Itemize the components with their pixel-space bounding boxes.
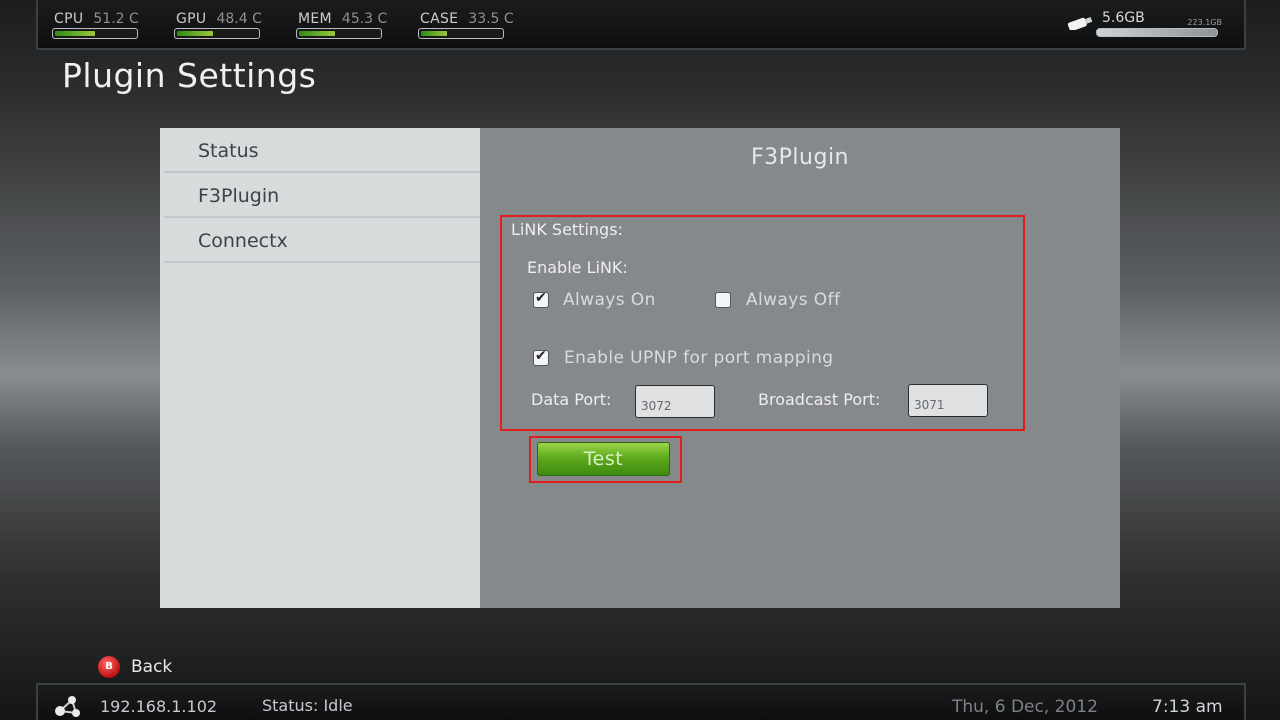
plugin-item-status[interactable]: Status [164,128,480,173]
cpu-value: 51.2 C [93,11,139,27]
gpu-label: GPU [176,11,207,27]
enable-link-label: Enable LiNK: [527,258,628,277]
broadcast-port-label: Broadcast Port: [758,390,881,409]
mem-stat: MEM 45.3 C [296,8,388,39]
case-value: 33.5 C [468,11,514,27]
system-stats-bar: CPU 51.2 C GPU 48.4 C MEM 45.3 C CASE 33.5 C… [36,0,1246,50]
always-off-label: Always Off [746,290,841,310]
case-meter [418,28,504,39]
gpu-value: 48.4 C [216,11,262,27]
test-button-highlight: Test [529,436,682,483]
upnp-label: Enable UPNP for port mapping [564,348,834,368]
status-bar: 192.168.1.102 Status: Idle Thu, 6 Dec, 2… [36,683,1246,720]
link-settings-group: LiNK Settings: Enable LiNK: ✔ Always On … [500,215,1025,431]
gpu-meter [174,28,260,39]
plugin-settings-panel: F3Plugin LiNK Settings: Enable LiNK: ✔ A… [480,128,1120,608]
data-port-input[interactable] [635,385,715,418]
always-on-checkbox[interactable]: ✔ [533,290,549,308]
ip-address: 192.168.1.102 [100,697,218,716]
mem-label: MEM [298,11,332,27]
time-text: 7:13 am [1152,697,1223,717]
plugin-item-connectx[interactable]: Connectx [164,218,480,263]
case-meter-fill [421,31,447,36]
date-text: Thu, 6 Dec, 2012 [952,697,1098,717]
page-title: Plugin Settings [62,56,317,95]
plugin-title: F3Plugin [751,145,849,170]
always-off-checkbox[interactable]: ✔ [715,292,731,308]
cpu-label: CPU [54,11,84,27]
test-button[interactable]: Test [537,442,670,476]
mem-meter [296,28,382,39]
gpu-stat: GPU 48.4 C [174,8,262,39]
disk-space-indicator: 5.6GB 223.1GB [1066,8,1226,42]
case-stat: CASE 33.5 C [418,8,514,39]
disk-total-text: 223.1GB [1187,18,1222,27]
gpu-meter-fill [177,31,213,36]
link-settings-label: LiNK Settings: [511,220,623,239]
mem-meter-fill [299,31,335,36]
data-port-label: Data Port: [531,390,612,409]
disk-usage-bar [1096,28,1218,37]
network-icon [55,696,80,717]
back-label: Back [131,657,173,677]
cpu-meter [52,28,138,39]
mem-value: 45.3 C [341,11,388,27]
broadcast-port-input[interactable] [908,384,988,417]
plugin-list: Status F3Plugin Connectx [160,128,480,608]
usb-drive-icon [1067,17,1093,30]
case-label: CASE [420,11,459,27]
connection-status: Status: Idle [262,696,353,715]
b-button-icon: B [98,656,120,678]
always-on-label: Always On [563,290,656,310]
checkmark-icon: ✔ [535,348,547,364]
disk-free-text: 5.6GB [1102,10,1145,26]
plugin-item-f3plugin[interactable]: F3Plugin [164,173,480,218]
upnp-checkbox[interactable]: ✔ [533,348,549,366]
cpu-stat: CPU 51.2 C [52,8,139,39]
cpu-meter-fill [55,31,95,36]
checkmark-icon: ✔ [535,290,547,306]
